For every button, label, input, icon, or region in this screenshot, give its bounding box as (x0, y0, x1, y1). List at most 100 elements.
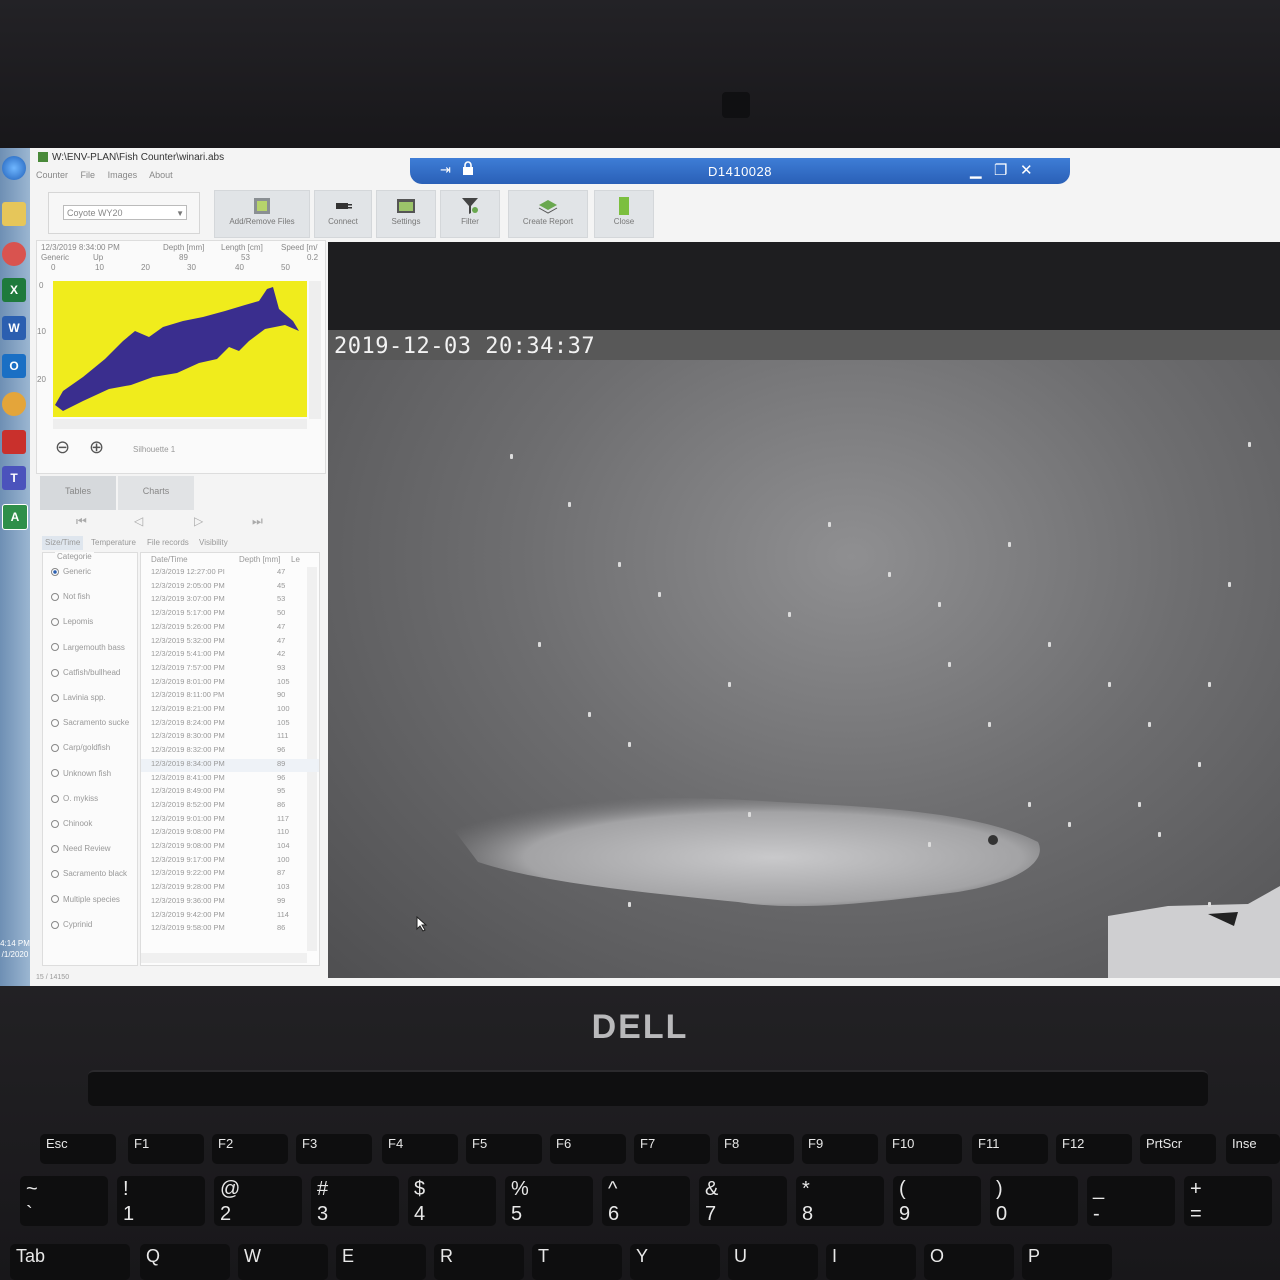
tab-temperature[interactable]: Temperature (88, 536, 139, 550)
category-radio-item[interactable]: Lavinia spp. (51, 693, 106, 702)
table-row[interactable]: 12/3/2019 9:08:00 PM 104 (141, 841, 319, 854)
category-radio-item[interactable]: Chinook (51, 819, 92, 828)
category-radio-item[interactable]: Generic (51, 567, 91, 576)
excel-icon[interactable]: X (2, 278, 26, 302)
key-f4[interactable]: F4 (382, 1134, 458, 1164)
key-f5[interactable]: F5 (466, 1134, 542, 1164)
people-icon[interactable] (2, 392, 26, 416)
key-r[interactable]: R (434, 1244, 524, 1280)
table-row[interactable]: 12/3/2019 5:32:00 PM 47 (141, 636, 319, 649)
table-row[interactable]: 12/3/2019 8:49:00 PM 95 (141, 786, 319, 799)
previous-record-icon[interactable]: ◁ (134, 514, 143, 528)
radio-button[interactable] (51, 744, 59, 753)
close-button[interactable]: Close (594, 190, 654, 238)
filter-button[interactable]: Filter (440, 190, 500, 238)
key-number[interactable]: ^ 6 (602, 1176, 690, 1226)
key-y[interactable]: Y (630, 1244, 720, 1280)
category-radio-item[interactable]: O. mykiss (51, 794, 98, 803)
table-row[interactable]: 12/3/2019 8:52:00 PM 86 (141, 800, 319, 813)
table-row[interactable]: 12/3/2019 2:05:00 PM 45 (141, 581, 319, 594)
last-record-icon[interactable]: ⏭ (252, 514, 263, 529)
radio-button[interactable] (51, 845, 59, 854)
outlook-icon[interactable]: O (2, 354, 26, 378)
preview-vertical-scrollbar[interactable] (309, 281, 321, 419)
word-icon[interactable]: W (2, 316, 26, 340)
key-t[interactable]: T (532, 1244, 622, 1280)
media-player-icon[interactable] (2, 242, 26, 266)
connect-button[interactable]: Connect (314, 190, 372, 238)
category-radio-item[interactable]: Not fish (51, 592, 90, 601)
key-number[interactable]: & 7 (699, 1176, 787, 1226)
table-row[interactable]: 12/3/2019 7:57:00 PM 93 (141, 663, 319, 676)
key-f6[interactable]: F6 (550, 1134, 626, 1164)
category-radio-item[interactable]: Sacramento black (51, 869, 127, 878)
key-e[interactable]: E (336, 1244, 426, 1280)
preview-horizontal-scrollbar[interactable] (53, 419, 307, 429)
table-row[interactable]: 12/3/2019 9:08:00 PM 110 (141, 827, 319, 840)
site-select[interactable]: Coyote WY20 ▼ (63, 205, 187, 220)
key-number[interactable]: ) 0 (990, 1176, 1078, 1226)
radio-button[interactable] (51, 618, 59, 627)
radio-button[interactable] (51, 719, 59, 728)
next-record-icon[interactable]: ▷ (194, 514, 203, 528)
category-radio-item[interactable]: Carp/goldfish (51, 743, 110, 752)
start-button-icon[interactable] (2, 156, 26, 180)
table-row[interactable]: 12/3/2019 8:32:00 PM 96 (141, 745, 319, 758)
key-number[interactable]: #3 (311, 1176, 399, 1226)
category-radio-item[interactable]: Largemouth bass (51, 643, 125, 652)
tab-file-records[interactable]: File records (144, 536, 192, 550)
key-number[interactable]: (9 (893, 1176, 981, 1226)
add-remove-files-button[interactable]: Add/Remove Files (214, 190, 310, 238)
key-f9[interactable]: F9 (802, 1134, 878, 1164)
menu-images[interactable]: Images (108, 170, 138, 180)
category-radio-item[interactable]: Sacramento sucke (51, 718, 129, 727)
column-header-datetime[interactable]: Date/Time (151, 555, 188, 564)
radio-button[interactable] (51, 668, 59, 677)
menu-counter[interactable]: Counter (36, 170, 68, 180)
table-row[interactable]: 12/3/2019 9:22:00 PM 87 (141, 868, 319, 881)
radio-button[interactable] (51, 567, 59, 576)
table-row[interactable]: 12/3/2019 8:30:00 PM 111 (141, 731, 319, 744)
category-radio-item[interactable]: Lepomis (51, 617, 93, 626)
table-row[interactable]: 12/3/2019 8:21:00 PM 100 (141, 704, 319, 717)
tab-visibility[interactable]: Visibility (196, 536, 231, 550)
table-row[interactable]: 12/3/2019 3:07:00 PM 53 (141, 594, 319, 607)
file-explorer-icon[interactable] (2, 202, 26, 226)
teams-icon[interactable]: T (2, 466, 26, 490)
tab-size-time[interactable]: Size/Time (42, 536, 84, 550)
radio-button[interactable] (51, 895, 59, 904)
radio-button[interactable] (51, 693, 59, 702)
table-row[interactable]: 12/3/2019 5:17:00 PM 50 (141, 608, 319, 621)
radio-button[interactable] (51, 819, 59, 828)
key-u[interactable]: U (728, 1244, 818, 1280)
key-f11[interactable]: F11 (972, 1134, 1048, 1164)
pdf-icon[interactable] (2, 430, 26, 454)
key-tab[interactable]: Tab (10, 1244, 130, 1280)
menu-file[interactable]: File (81, 170, 96, 180)
table-row[interactable]: 12/3/2019 8:34:00 PM 89 (141, 758, 319, 772)
table-row[interactable]: 12/3/2019 12:27:00 PI 47 (141, 567, 319, 580)
key-esc[interactable]: Esc (40, 1134, 116, 1164)
restore-icon[interactable]: ❐ (994, 161, 1007, 179)
key-number[interactable]: ~ ` (20, 1176, 108, 1226)
table-row[interactable]: 12/3/2019 5:26:00 PM 47 (141, 622, 319, 635)
column-header-length[interactable]: Le (291, 555, 300, 564)
key-number[interactable]: + = (1184, 1176, 1272, 1226)
table-row[interactable]: 12/3/2019 9:01:00 PM 117 (141, 814, 319, 827)
settings-button[interactable]: Settings (376, 190, 436, 238)
key-f1[interactable]: F1 (128, 1134, 204, 1164)
key-p[interactable]: P (1022, 1244, 1112, 1280)
table-row[interactable]: 12/3/2019 9:36:00 PM 99 (141, 896, 319, 909)
green-app-icon[interactable]: A (2, 504, 28, 530)
minimize-icon[interactable]: ▁ (970, 161, 982, 179)
category-radio-item[interactable]: Catfish/bullhead (51, 668, 120, 677)
category-radio-item[interactable]: Need Review (51, 844, 111, 853)
key-number[interactable]: % 5 (505, 1176, 593, 1226)
table-row[interactable]: 12/3/2019 9:42:00 PM 114 (141, 910, 319, 923)
key-o[interactable]: O (924, 1244, 1014, 1280)
radio-button[interactable] (51, 794, 59, 803)
table-row[interactable]: 12/3/2019 5:41:00 PM 42 (141, 649, 319, 662)
key-prtscr[interactable]: PrtScr (1140, 1134, 1216, 1164)
create-report-button[interactable]: Create Report (508, 190, 588, 238)
table-row[interactable]: 12/3/2019 9:58:00 PM 86 (141, 923, 319, 936)
